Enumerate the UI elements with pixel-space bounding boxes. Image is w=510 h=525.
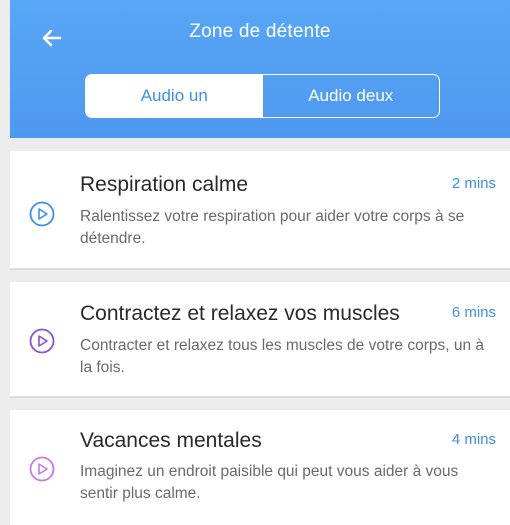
page-title: Zone de détente (189, 21, 331, 42)
play-circle-icon (29, 201, 55, 227)
exercise-card-muscles[interactable]: Contractez et relaxez vos muscles 6 mins… (10, 282, 510, 398)
exercise-duration: 2 mins (451, 175, 496, 192)
exercise-title: Respiration calme (80, 173, 249, 196)
play-button[interactable] (29, 328, 55, 354)
play-circle-icon (29, 328, 55, 354)
exercise-description: Contracter et relaxez tous les muscles d… (80, 337, 485, 376)
tab-audio-deux[interactable]: Audio deux (263, 75, 440, 117)
exercise-duration: 6 mins (451, 304, 496, 321)
play-circle-icon (29, 456, 55, 482)
exercise-description: Ralentissez votre respiration pour aider… (80, 208, 465, 247)
play-button[interactable] (29, 201, 55, 227)
tab-audio-un[interactable]: Audio un (86, 75, 263, 117)
exercise-duration: 4 mins (451, 431, 496, 448)
exercise-title: Contractez et relaxez vos muscles (80, 302, 400, 325)
exercise-card-vacances[interactable]: Vacances mentales 4 mins Imaginez un end… (10, 410, 510, 525)
exercise-title: Vacances mentales (80, 429, 262, 452)
play-button[interactable] (29, 456, 55, 482)
audio-tab-switcher: Audio un Audio deux (85, 74, 440, 118)
exercise-description: Imaginez un endroit paisible qui peut vo… (80, 463, 459, 502)
app-header: Zone de détente Audio un Audio deux (10, 0, 510, 138)
exercise-card-respiration[interactable]: Respiration calme 2 mins Ralentissez vot… (10, 151, 510, 270)
